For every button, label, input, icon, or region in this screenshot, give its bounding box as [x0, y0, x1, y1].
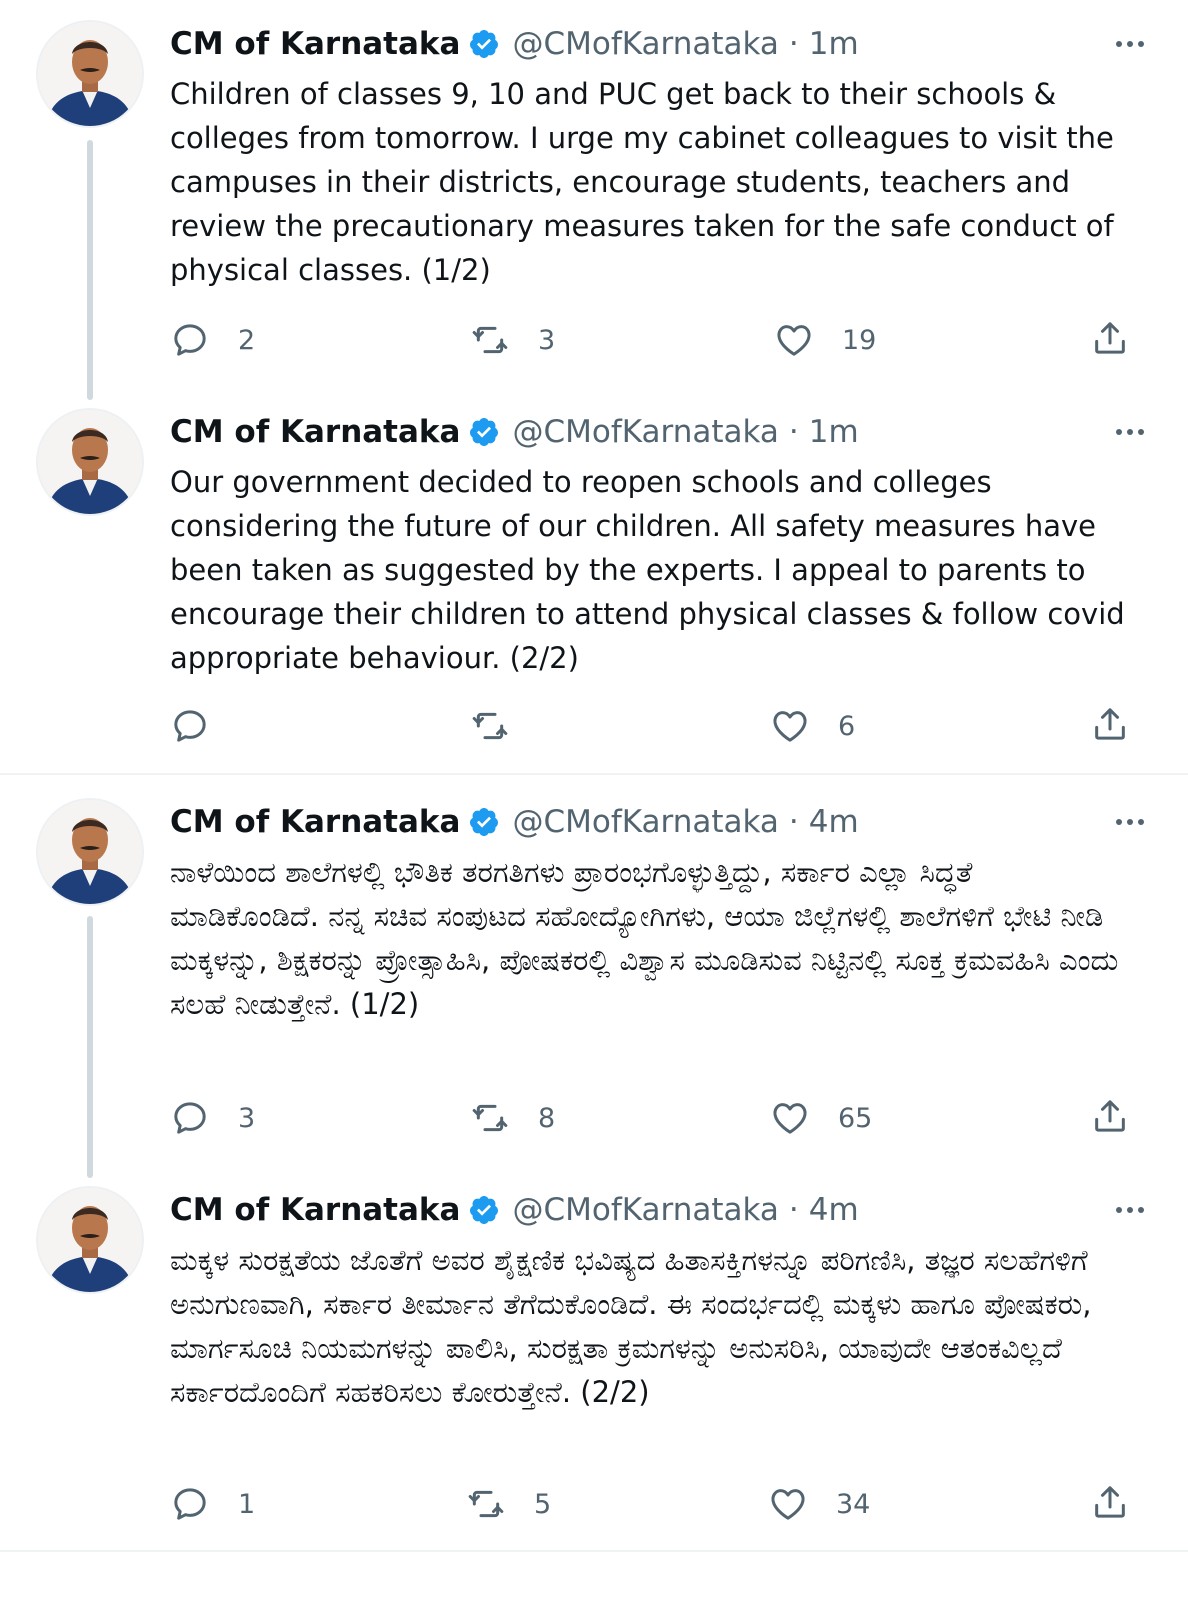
share-icon — [1095, 708, 1125, 740]
like-count: 65 — [838, 1102, 873, 1134]
reply-icon — [174, 324, 206, 356]
verified-badge-icon — [470, 1196, 499, 1224]
retweet-button[interactable]: 3 — [470, 318, 555, 362]
retweet-icon — [472, 712, 508, 740]
like-count: 6 — [838, 710, 856, 742]
avatar[interactable] — [38, 410, 142, 514]
like-icon — [771, 1489, 805, 1520]
separator-dot: · — [788, 414, 799, 450]
timestamp[interactable]: 4m — [809, 1192, 859, 1228]
avatar-portrait-icon — [38, 410, 142, 514]
separator-dot: · — [788, 1192, 799, 1228]
retweet-button[interactable]: 8 — [470, 1096, 555, 1140]
author-name[interactable]: CM of Karnataka — [170, 26, 460, 62]
author-name[interactable]: CM of Karnataka — [170, 414, 460, 450]
tweet-text: ನಾಳೆಯಿಂದ ಶಾಲೆಗಳಲ್ಲಿ ಭೌತಿಕ ತರಗತಿಗಳು ಪ್ರಾರ… — [170, 855, 1119, 1021]
tweet-header: CM of Karnataka @CMofKarnataka · 1m — [170, 24, 1148, 64]
more-icon[interactable] — [1116, 802, 1144, 842]
bottom-divider — [0, 1550, 1188, 1552]
separator-dot: · — [788, 804, 799, 840]
avatar[interactable] — [38, 22, 142, 126]
thread-divider — [0, 773, 1188, 775]
tweet-actions: 2 3 19 — [170, 318, 1130, 362]
retweet-button[interactable]: 5 — [466, 1482, 551, 1526]
tweet[interactable]: CM of Karnataka @CMofKarnataka · 1m Chil… — [0, 0, 1188, 400]
share-button[interactable] — [1090, 1482, 1130, 1526]
more-icon[interactable] — [1116, 1190, 1144, 1230]
retweet-icon — [472, 326, 508, 354]
tweet[interactable]: CM of Karnataka @CMofKarnataka · 4m ನಾಳೆ… — [0, 778, 1188, 1178]
reply-icon — [174, 1488, 206, 1520]
verified-badge-icon — [470, 30, 499, 58]
timestamp[interactable]: 1m — [809, 414, 859, 450]
like-button[interactable]: 6 — [770, 704, 855, 748]
tweet[interactable]: CM of Karnataka @CMofKarnataka · 1m Our … — [0, 388, 1188, 773]
reply-count: 3 — [238, 1102, 256, 1134]
avatar-portrait-icon — [38, 22, 142, 126]
retweet-count: 5 — [534, 1488, 552, 1520]
retweet-count: 3 — [538, 324, 556, 356]
timestamp[interactable]: 4m — [809, 804, 859, 840]
tweet-header: CM of Karnataka @CMofKarnataka · 1m — [170, 412, 1148, 452]
share-icon — [1095, 1100, 1125, 1132]
like-icon — [773, 711, 807, 742]
timestamp[interactable]: 1m — [809, 26, 859, 62]
like-button[interactable]: 65 — [770, 1096, 872, 1140]
avatar[interactable] — [38, 800, 142, 904]
share-button[interactable] — [1090, 318, 1130, 362]
retweet-count: 8 — [538, 1102, 556, 1134]
share-icon — [1095, 1486, 1125, 1518]
like-icon — [773, 1103, 807, 1134]
tweet-actions: 1 5 34 — [170, 1482, 1130, 1526]
avatar-portrait-icon — [38, 800, 142, 904]
retweet-icon — [468, 1490, 504, 1518]
tweet-actions: 6 — [170, 704, 1130, 748]
verified-badge-icon — [470, 418, 499, 446]
tweet[interactable]: CM of Karnataka @CMofKarnataka · 4m ಮಕ್ಕ… — [0, 1166, 1188, 1556]
retweet-button[interactable] — [470, 704, 538, 748]
like-button[interactable]: 19 — [774, 318, 876, 362]
author-handle[interactable]: @CMofKarnataka — [512, 414, 778, 450]
tweet-actions: 3 8 65 — [170, 1096, 1130, 1140]
author-handle[interactable]: @CMofKarnataka — [512, 1192, 778, 1228]
separator-dot: · — [788, 26, 799, 62]
thread-line — [87, 916, 93, 1178]
reply-button[interactable]: 2 — [170, 318, 255, 362]
like-count: 19 — [842, 324, 877, 356]
tweet-text: ಮಕ್ಕಳ ಸುರಕ್ಷತೆಯ ಜೊತೆಗೆ ಅವರ ಶೈಕ್ಷಣಿಕ ಭವಿಷ… — [170, 1243, 1092, 1409]
tweet-header: CM of Karnataka @CMofKarnataka · 4m — [170, 802, 1148, 842]
more-icon[interactable] — [1116, 24, 1144, 64]
reply-button[interactable]: 1 — [170, 1482, 255, 1526]
author-name[interactable]: CM of Karnataka — [170, 804, 460, 840]
share-button[interactable] — [1090, 704, 1130, 748]
reply-button[interactable] — [170, 704, 238, 748]
tweet-text: Children of classes 9, 10 and PUC get ba… — [170, 77, 1114, 287]
thread-line — [87, 140, 93, 400]
like-count: 34 — [836, 1488, 871, 1520]
avatar-portrait-icon — [38, 1188, 142, 1292]
like-button[interactable]: 34 — [768, 1482, 870, 1526]
share-icon — [1095, 322, 1125, 354]
reply-icon — [174, 1102, 206, 1134]
like-icon — [777, 325, 811, 356]
author-handle[interactable]: @CMofKarnataka — [512, 804, 778, 840]
reply-count: 2 — [238, 324, 256, 356]
author-handle[interactable]: @CMofKarnataka — [512, 26, 778, 62]
reply-count: 1 — [238, 1488, 256, 1520]
tweet-header: CM of Karnataka @CMofKarnataka · 4m — [170, 1190, 1148, 1230]
reply-button[interactable]: 3 — [170, 1096, 255, 1140]
author-name[interactable]: CM of Karnataka — [170, 1192, 460, 1228]
reply-icon — [174, 710, 206, 742]
tweet-text: Our government decided to reopen schools… — [170, 465, 1125, 675]
share-button[interactable] — [1090, 1096, 1130, 1140]
retweet-icon — [472, 1104, 508, 1132]
verified-badge-icon — [470, 808, 499, 836]
avatar[interactable] — [38, 1188, 142, 1292]
more-icon[interactable] — [1116, 412, 1144, 452]
